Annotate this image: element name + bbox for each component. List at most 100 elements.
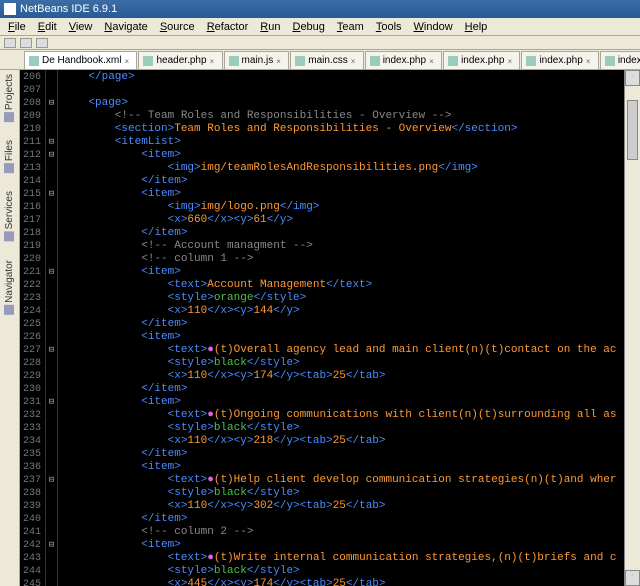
menu-run[interactable]: Run bbox=[254, 21, 286, 33]
menu-team[interactable]: Team bbox=[331, 21, 370, 33]
sidebar-services[interactable]: Services bbox=[4, 191, 15, 241]
menu-edit[interactable]: Edit bbox=[32, 21, 63, 33]
fold-marker[interactable] bbox=[46, 123, 57, 136]
app-icon bbox=[4, 3, 16, 15]
editor-tabs: De Handbook.xml×header.php×main.js×main.… bbox=[0, 50, 640, 70]
fold-marker[interactable] bbox=[46, 435, 57, 448]
tab-main-css[interactable]: main.css × bbox=[290, 51, 363, 69]
close-icon[interactable]: × bbox=[351, 57, 359, 65]
fold-marker[interactable]: ⊟ bbox=[46, 97, 57, 110]
scroll-down-arrow[interactable]: ▾ bbox=[625, 570, 640, 586]
fold-marker[interactable]: ⊟ bbox=[46, 149, 57, 162]
menu-window[interactable]: Window bbox=[408, 21, 459, 33]
sidebar-projects[interactable]: Projects bbox=[4, 74, 15, 122]
fold-column[interactable]: ⊟⊟⊟⊟⊟⊟⊟⊟⊟ bbox=[46, 70, 58, 586]
menu-refactor[interactable]: Refactor bbox=[201, 21, 255, 33]
fold-marker[interactable] bbox=[46, 279, 57, 292]
tab-label: main.js bbox=[242, 55, 274, 66]
toolbar-button[interactable] bbox=[20, 38, 32, 48]
fold-marker[interactable] bbox=[46, 578, 57, 586]
fold-marker[interactable]: ⊟ bbox=[46, 136, 57, 149]
menu-source[interactable]: Source bbox=[154, 21, 201, 33]
fold-marker[interactable] bbox=[46, 201, 57, 214]
menu-help[interactable]: Help bbox=[459, 21, 494, 33]
fold-marker[interactable] bbox=[46, 552, 57, 565]
fold-marker[interactable] bbox=[46, 331, 57, 344]
fold-marker[interactable] bbox=[46, 409, 57, 422]
toolbar-button[interactable] bbox=[4, 38, 16, 48]
sidebar-files[interactable]: Files bbox=[4, 140, 15, 173]
close-icon[interactable]: × bbox=[210, 57, 218, 65]
fold-marker[interactable]: ⊟ bbox=[46, 188, 57, 201]
close-icon[interactable]: × bbox=[429, 57, 437, 65]
tab-index-php[interactable]: index.php× bbox=[365, 51, 442, 69]
tab-label: index.php bbox=[461, 55, 504, 66]
close-icon[interactable]: × bbox=[586, 57, 594, 65]
scroll-thumb[interactable] bbox=[627, 100, 638, 160]
vertical-scrollbar[interactable]: ▴ ▾ bbox=[624, 70, 640, 586]
fold-marker[interactable] bbox=[46, 500, 57, 513]
menu-view[interactable]: View bbox=[63, 21, 99, 33]
fold-marker[interactable] bbox=[46, 487, 57, 500]
fold-marker[interactable] bbox=[46, 84, 57, 97]
fold-marker[interactable] bbox=[46, 370, 57, 383]
tab-main-js[interactable]: main.js× bbox=[224, 51, 290, 69]
menu-tools[interactable]: Tools bbox=[370, 21, 408, 33]
file-icon bbox=[370, 56, 380, 66]
file-icon bbox=[143, 56, 153, 66]
fold-marker[interactable]: ⊟ bbox=[46, 396, 57, 409]
tab-label: index.php bbox=[383, 55, 426, 66]
menu-debug[interactable]: Debug bbox=[286, 21, 330, 33]
tab-label: main.css bbox=[308, 55, 347, 66]
fold-marker[interactable] bbox=[46, 71, 57, 84]
close-icon[interactable]: × bbox=[124, 57, 132, 65]
sidebar-navigator[interactable]: Navigator bbox=[4, 260, 15, 315]
fold-marker[interactable]: ⊟ bbox=[46, 266, 57, 279]
toolbar-button[interactable] bbox=[36, 38, 48, 48]
fold-marker[interactable]: ⊟ bbox=[46, 474, 57, 487]
sidebar-icon bbox=[5, 163, 15, 173]
toolbar bbox=[0, 36, 640, 50]
tab-de-handbook-xml[interactable]: De Handbook.xml× bbox=[24, 51, 137, 69]
fold-marker[interactable] bbox=[46, 461, 57, 474]
fold-marker[interactable] bbox=[46, 565, 57, 578]
tab-index-php[interactable]: index.php× bbox=[443, 51, 520, 69]
fold-marker[interactable] bbox=[46, 253, 57, 266]
fold-marker[interactable] bbox=[46, 448, 57, 461]
scroll-up-arrow[interactable]: ▴ bbox=[625, 70, 640, 86]
file-icon bbox=[448, 56, 458, 66]
fold-marker[interactable]: ⊟ bbox=[46, 539, 57, 552]
file-icon bbox=[29, 56, 39, 66]
tab-label: index.php bbox=[539, 55, 582, 66]
code-area[interactable]: </page> <page> <!-- Team Roles and Respo… bbox=[58, 70, 640, 586]
menu-bar: FileEditViewNavigateSourceRefactorRunDeb… bbox=[0, 18, 640, 36]
left-sidebar: Projects Files Services Navigator bbox=[0, 70, 20, 586]
close-icon[interactable]: × bbox=[507, 57, 515, 65]
fold-marker[interactable] bbox=[46, 240, 57, 253]
fold-marker[interactable] bbox=[46, 162, 57, 175]
fold-marker[interactable] bbox=[46, 357, 57, 370]
fold-marker[interactable] bbox=[46, 227, 57, 240]
tab-label: index.php bbox=[618, 55, 640, 66]
tab-header-php[interactable]: header.php × bbox=[138, 51, 222, 69]
close-icon[interactable]: × bbox=[276, 57, 284, 65]
fold-marker[interactable] bbox=[46, 513, 57, 526]
fold-marker[interactable] bbox=[46, 110, 57, 123]
fold-marker[interactable] bbox=[46, 305, 57, 318]
tab-label: header.php bbox=[156, 55, 206, 66]
fold-marker[interactable] bbox=[46, 292, 57, 305]
fold-marker[interactable] bbox=[46, 526, 57, 539]
fold-marker[interactable] bbox=[46, 318, 57, 331]
tab-index-php[interactable]: index.php× bbox=[600, 51, 640, 69]
file-icon bbox=[295, 56, 305, 66]
menu-file[interactable]: File bbox=[2, 21, 32, 33]
fold-marker[interactable]: ⊟ bbox=[46, 344, 57, 357]
fold-marker[interactable] bbox=[46, 175, 57, 188]
menu-navigate[interactable]: Navigate bbox=[98, 21, 153, 33]
code-editor[interactable]: 2062072082092102112122132142152162172182… bbox=[20, 70, 640, 586]
tab-index-php[interactable]: index.php × bbox=[521, 51, 598, 69]
fold-marker[interactable] bbox=[46, 383, 57, 396]
fold-marker[interactable] bbox=[46, 422, 57, 435]
tab-label: De Handbook.xml bbox=[42, 55, 121, 66]
fold-marker[interactable] bbox=[46, 214, 57, 227]
